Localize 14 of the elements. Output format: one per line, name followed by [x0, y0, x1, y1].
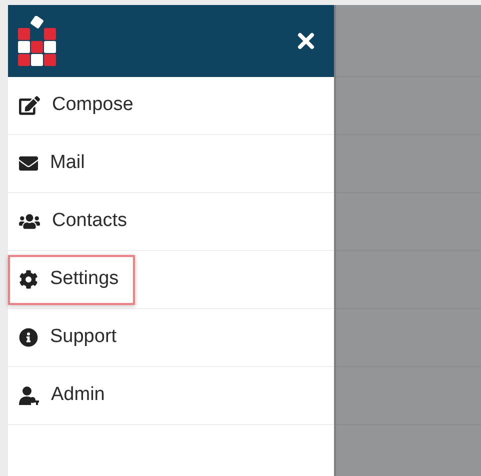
- menu-item[interactable]: Mail: [8, 138, 101, 188]
- envelope-icon: [19, 154, 38, 173]
- close-icon: [297, 32, 315, 50]
- menu-item[interactable]: Settings: [8, 254, 135, 304]
- menu-item[interactable]: Admin: [8, 370, 121, 420]
- menu-item[interactable]: Contacts: [8, 196, 143, 246]
- settings-icon: [19, 270, 38, 289]
- menu-item[interactable]: Support: [8, 312, 133, 362]
- info-icon: [19, 328, 38, 347]
- user-key-icon: [19, 386, 39, 406]
- users-icon: [19, 211, 40, 232]
- edit-icon: [19, 95, 40, 116]
- menu-item[interactable]: Compose: [8, 80, 150, 130]
- logo-icon: [18, 16, 56, 66]
